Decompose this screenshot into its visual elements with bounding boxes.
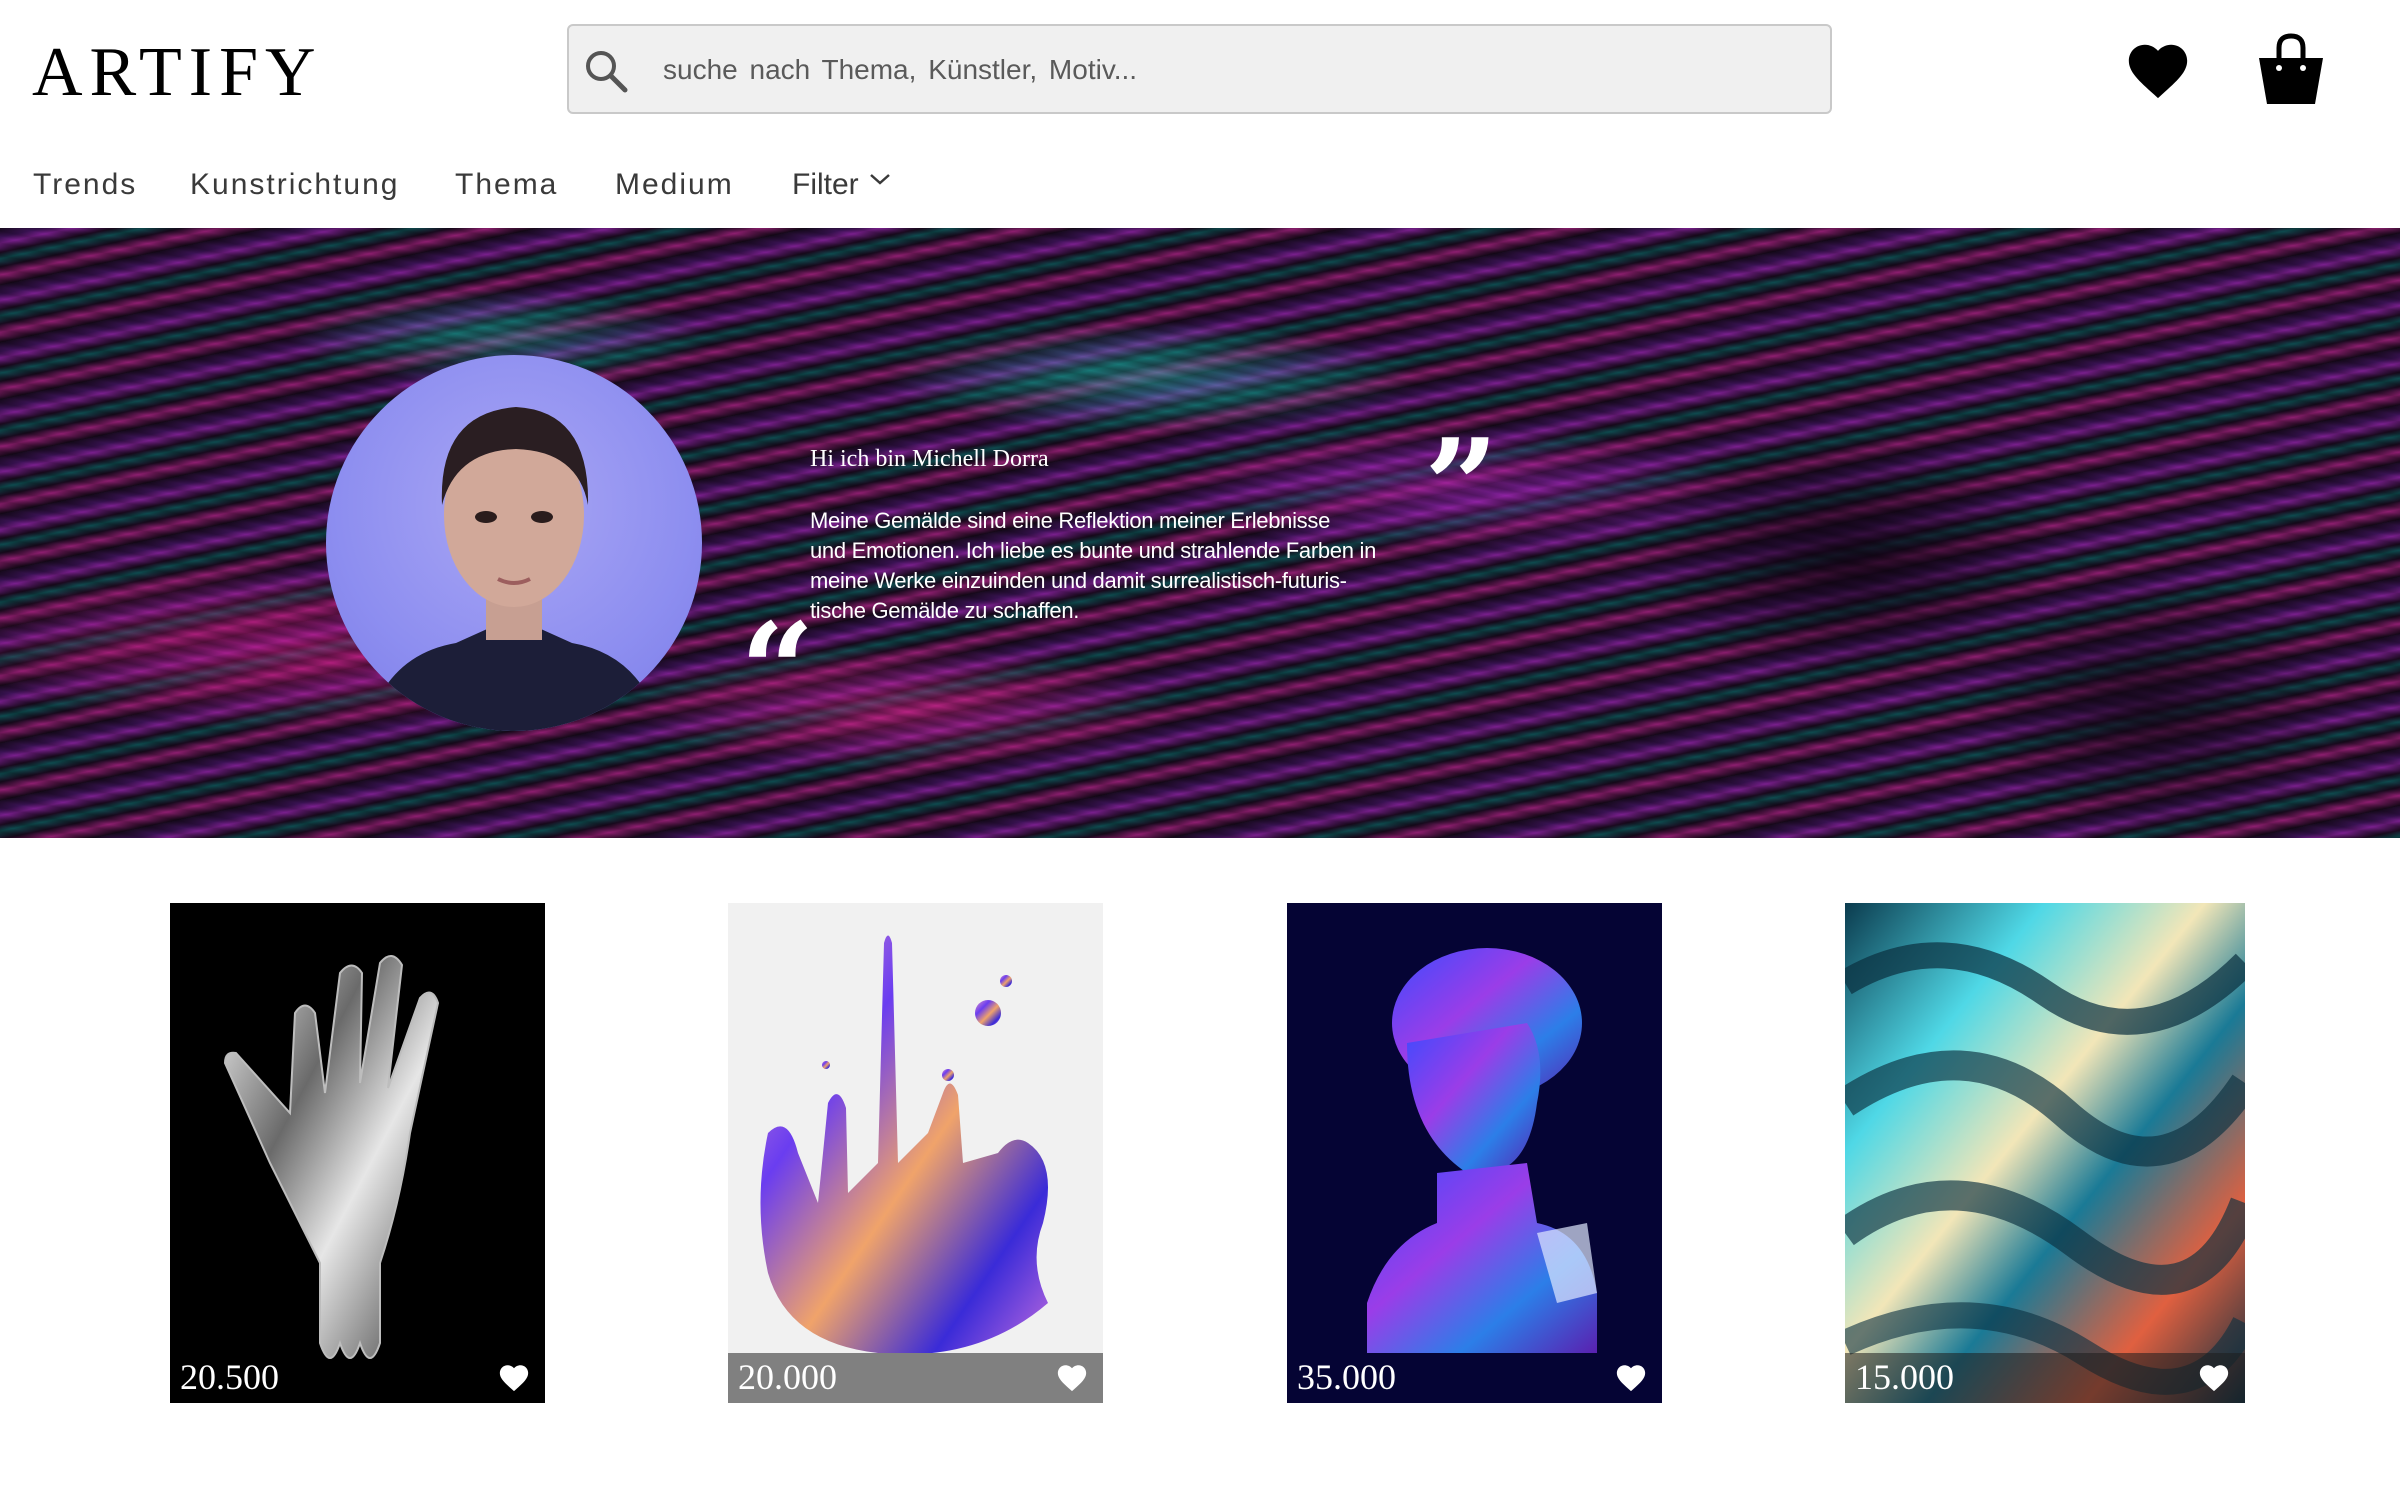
artwork-card[interactable]: 20.000 [728, 903, 1103, 1403]
artist-avatar [326, 355, 702, 731]
artist-bio-line: meine Werke einzuinden und damit surreal… [810, 568, 1347, 593]
artist-bio-line: tische Gemälde zu schaffen. [810, 598, 1080, 623]
artist-portrait-image [366, 407, 662, 731]
search-icon [586, 51, 628, 93]
artist-greeting: Hi ich bin Michell Dorra [810, 446, 1049, 472]
quote-open-icon: “ [740, 606, 815, 686]
nav-filter-dropdown[interactable]: Filter [792, 168, 890, 202]
artwork-card[interactable]: 15.000 [1845, 903, 2245, 1403]
artwork-bust-sculpture-image [1367, 948, 1597, 1353]
nav-kunstrichtung[interactable]: Kunstrichtung [190, 168, 399, 202]
favorites-button[interactable] [2123, 36, 2193, 106]
search-input[interactable] [661, 26, 1815, 114]
heart-icon [2128, 44, 2188, 99]
cart-button[interactable] [2255, 30, 2327, 108]
artwork-price: 20.500 [180, 1357, 279, 1397]
nav-medium[interactable]: Medium [615, 168, 734, 202]
artwork-price: 15.000 [1855, 1357, 1954, 1397]
artwork-liquid-splash-image [760, 935, 1048, 1355]
artwork-card[interactable]: 20.500 [170, 903, 545, 1403]
nav-trends[interactable]: Trends [33, 168, 137, 202]
site-logo[interactable]: ARTIFY [32, 38, 323, 108]
nav-thema[interactable]: Thema [455, 168, 558, 202]
artwork-chrome-hand-image [223, 955, 440, 1359]
artist-bio-line: Meine Gemälde sind eine Reflektion meine… [810, 508, 1331, 533]
heart-icon[interactable] [1614, 1361, 1648, 1393]
heart-icon[interactable] [2197, 1361, 2231, 1393]
chevron-down-icon [869, 174, 890, 185]
shopping-bag-icon [2259, 33, 2323, 104]
search-bar[interactable] [567, 24, 1832, 114]
artwork-card[interactable]: 35.000 [1287, 903, 1662, 1403]
nav-filter-label: Filter [792, 168, 859, 201]
heart-icon[interactable] [497, 1361, 531, 1393]
quote-close-icon: ” [1424, 422, 1499, 502]
artwork-price: 20.000 [738, 1357, 837, 1397]
heart-icon[interactable] [1055, 1361, 1089, 1393]
artwork-price: 35.000 [1297, 1357, 1396, 1397]
artist-hero-banner: “ ” Hi ich bin Michell Dorra Meine Gemäl… [0, 228, 2400, 838]
artwork-abstract-waves-image [1845, 903, 2245, 1403]
artist-bio: Meine Gemälde sind eine Reflektion meine… [810, 506, 1430, 626]
artist-bio-line: und Emotionen. Ich liebe es bunte und st… [810, 538, 1376, 563]
